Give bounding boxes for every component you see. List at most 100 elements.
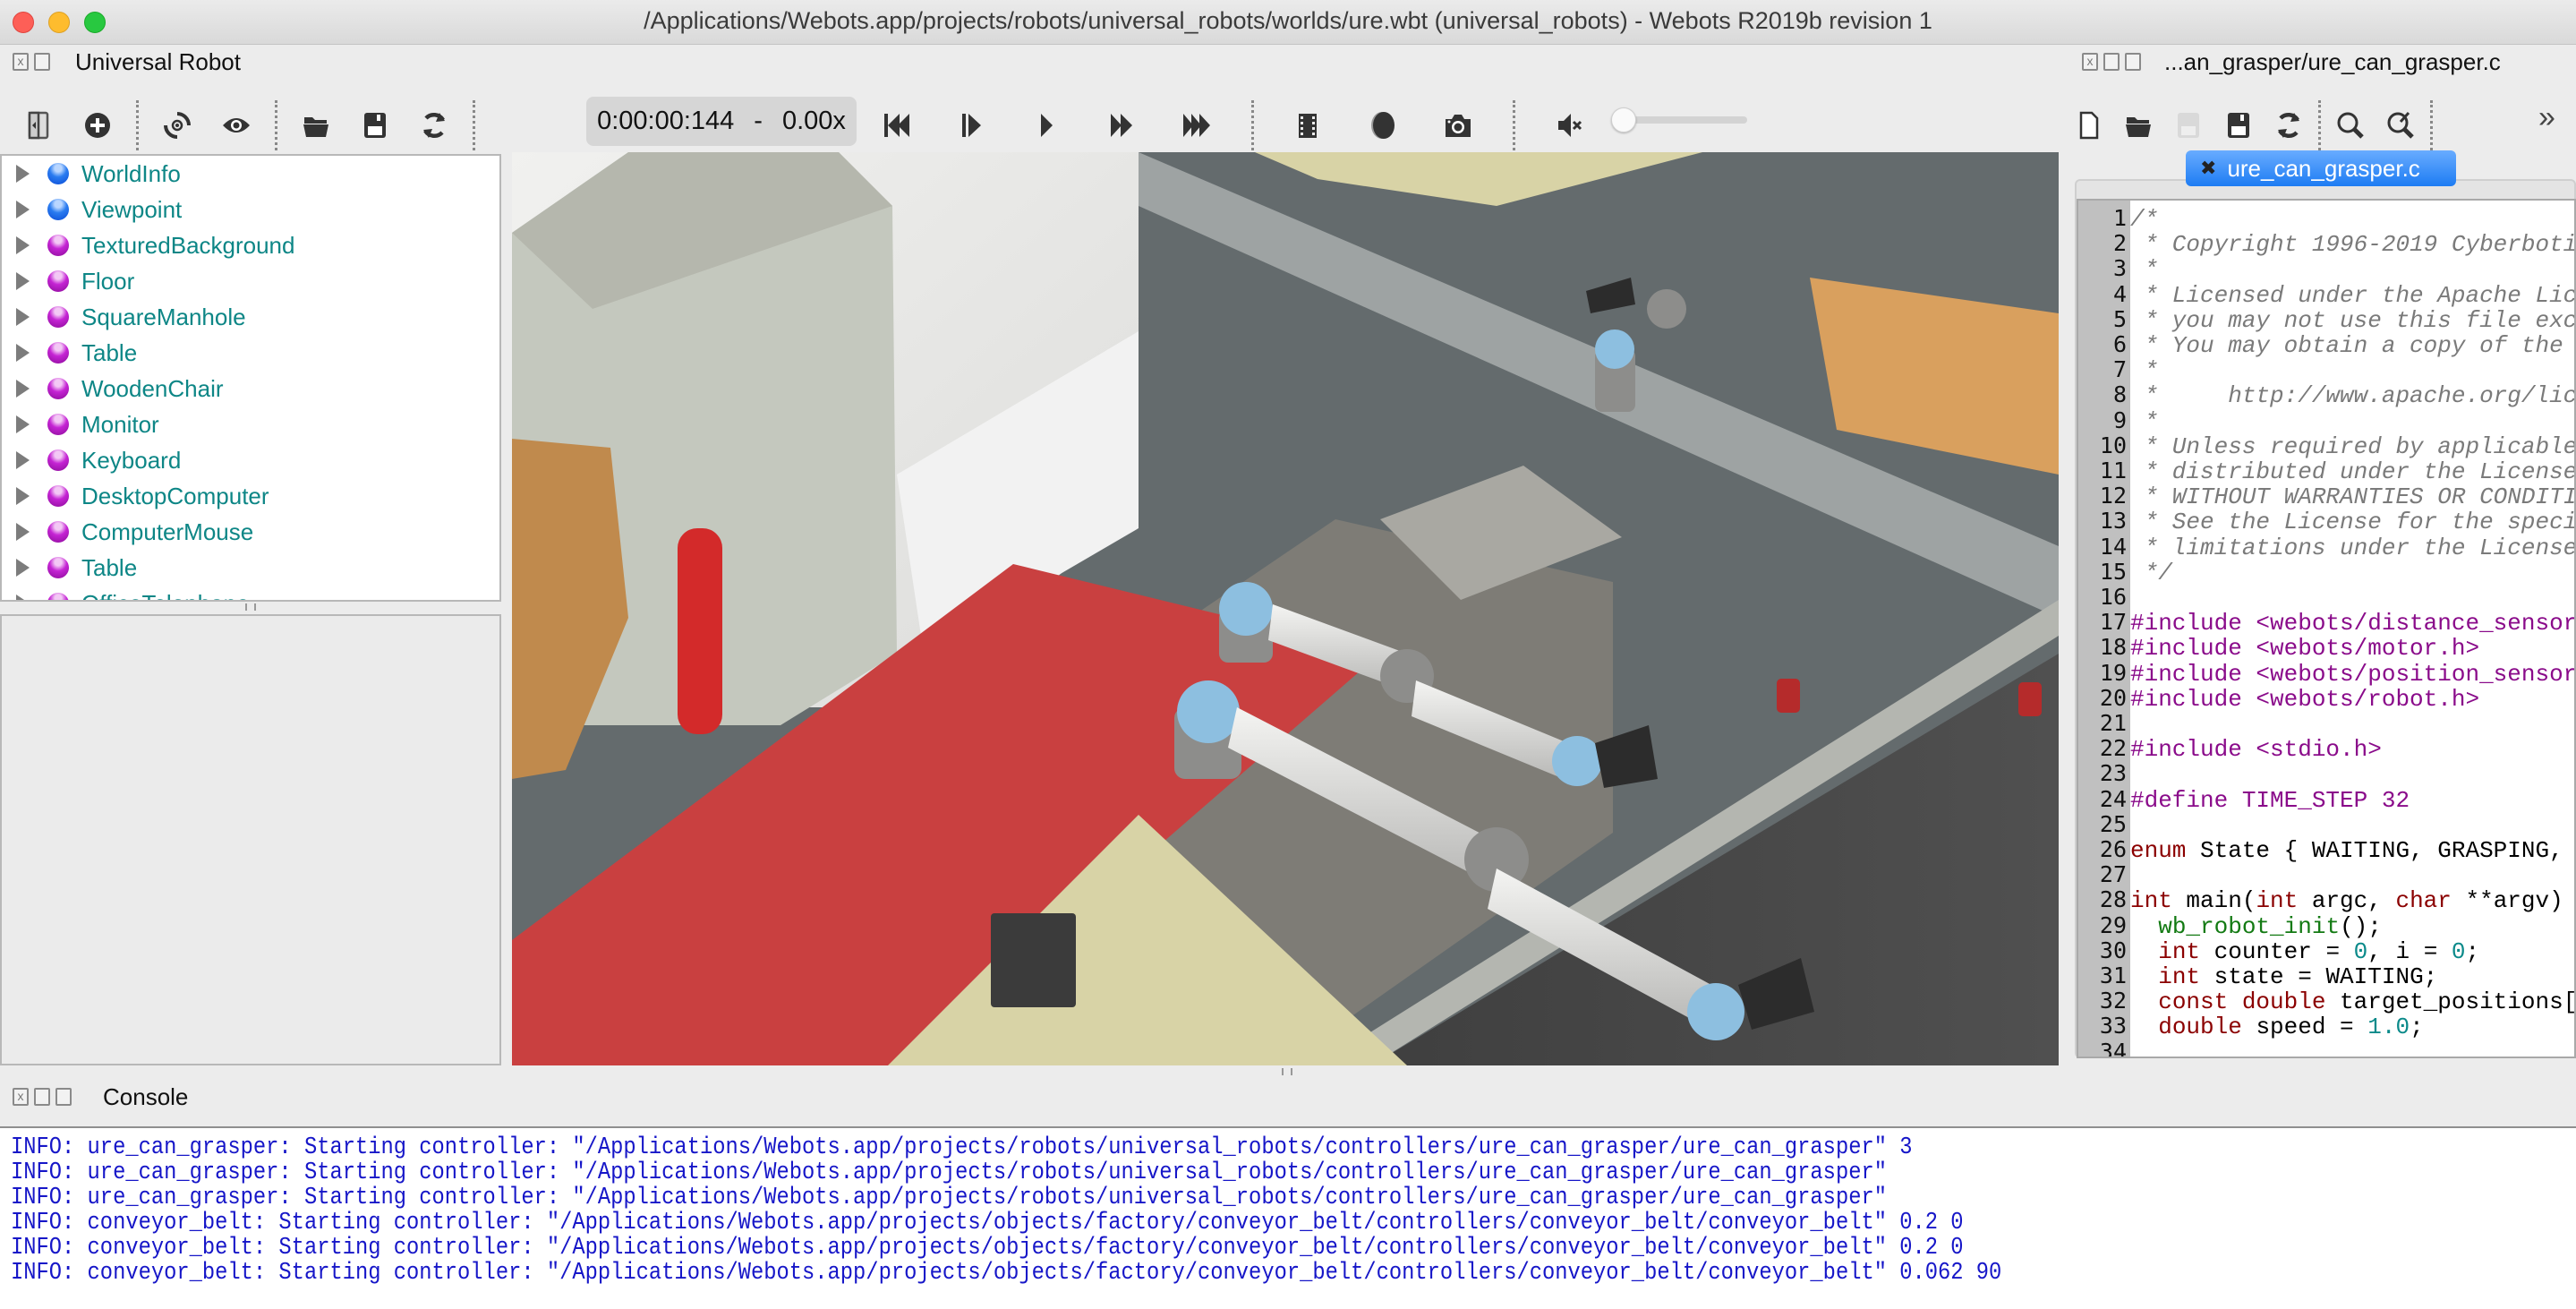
3d-scene-render[interactable] — [512, 152, 2059, 1065]
code-token: argc, — [2298, 887, 2396, 915]
toolbar-overflow-button[interactable]: » — [2538, 100, 2555, 135]
console-line: INFO: ure_can_grasper: Starting controll… — [11, 1185, 1887, 1211]
scene-tree-item[interactable]: OfficeTelephone — [2, 586, 499, 601]
console-output[interactable]: INFO: ure_can_grasper: Starting controll… — [0, 1126, 2576, 1309]
expand-arrow-icon[interactable] — [16, 308, 30, 326]
line-number: 34 — [2099, 1038, 2127, 1058]
scene-tree[interactable]: WorldInfo Viewpoint TexturedBackground Floo… — [0, 154, 501, 602]
open-world-icon[interactable] — [295, 105, 337, 146]
expand-arrow-icon[interactable] — [16, 523, 30, 541]
find-replace-icon[interactable] — [2380, 105, 2421, 146]
screenshot-camera-icon[interactable] — [1437, 105, 1479, 146]
volume-slider-track[interactable] — [1622, 116, 1747, 124]
code-token: int — [2158, 963, 2201, 990]
mute-sound-icon[interactable] — [1549, 105, 1591, 146]
expand-arrow-icon[interactable] — [16, 201, 30, 218]
scene-tree-item-label: WoodenChair — [81, 374, 224, 402]
expand-arrow-icon[interactable] — [16, 380, 30, 398]
scene-tree-item-label: OfficeTelephone — [81, 590, 249, 601]
reset-simulation-icon[interactable] — [875, 105, 917, 146]
toolbar-separator — [275, 100, 277, 150]
save-as-icon[interactable] — [2218, 105, 2259, 146]
expand-arrow-icon[interactable] — [16, 236, 30, 254]
expand-arrow-icon[interactable] — [16, 487, 30, 505]
code-line: 34 — [2078, 1038, 2130, 1058]
fast-forward-icon[interactable] — [1176, 105, 1217, 146]
scene-tree-item[interactable]: ComputerMouse — [2, 514, 499, 550]
find-icon[interactable] — [2330, 105, 2371, 146]
line-number: 31 — [2099, 962, 2127, 988]
scene-tree-item[interactable]: TexturedBackground — [2, 227, 499, 263]
line-number: 10 — [2099, 432, 2127, 458]
add-node-icon[interactable] — [77, 105, 118, 146]
scene-tree-item[interactable]: Keyboard — [2, 442, 499, 478]
code-editor[interactable]: 1/*2 * Copyright 1996-2019 Cyberbotics L… — [2077, 199, 2576, 1058]
code-text: int counter = 0, i = 0; — [2127, 938, 2479, 965]
expand-arrow-icon[interactable] — [16, 165, 30, 183]
code-token: **argv) { — [2465, 887, 2563, 915]
new-file-icon[interactable] — [2068, 105, 2109, 146]
code-line: 9 * — [2078, 407, 2158, 434]
dock-close-button[interactable]: x — [13, 53, 29, 71]
code-text: wb_robot_init(); — [2127, 913, 2382, 940]
editor-dock-title: ...an_grasper/ure_can_grasper.c — [2164, 48, 2501, 75]
editor-dock-undock-button[interactable] — [2103, 53, 2120, 71]
save-world-icon[interactable] — [354, 105, 396, 146]
editor-dock-float-button[interactable] — [2125, 53, 2141, 71]
line-number: 25 — [2099, 810, 2127, 837]
volume-slider-knob[interactable] — [1611, 107, 1636, 133]
line-number: 5 — [2112, 305, 2127, 332]
console-undock-button[interactable] — [34, 1088, 50, 1106]
step-icon[interactable] — [951, 105, 992, 146]
code-line: 6 * You may obtain a copy of the License… — [2078, 332, 2574, 359]
expand-arrow-icon[interactable] — [16, 272, 30, 290]
movie-record-icon[interactable] — [1287, 105, 1328, 146]
line-number: 4 — [2112, 280, 2127, 307]
expand-arrow-icon[interactable] — [16, 451, 30, 469]
code-token: #define TIME_STEP 32 — [2130, 786, 2410, 814]
expand-arrow-icon[interactable] — [16, 595, 30, 600]
run-fast-icon[interactable] — [1101, 105, 1142, 146]
toggle-scene-tree-icon[interactable] — [18, 105, 59, 146]
scene-tree-item[interactable]: Monitor — [2, 406, 499, 442]
code-line: 30 int counter = 0, i = 0; — [2078, 937, 2479, 965]
scene-tree-splitter[interactable] — [0, 602, 501, 614]
node-purple-ball-icon — [47, 485, 69, 507]
scene-tree-item[interactable]: Table — [2, 335, 499, 371]
scene-tree-item[interactable]: Table — [2, 550, 499, 586]
3d-view[interactable] — [512, 152, 2059, 1065]
editor-dock-close-button[interactable]: x — [2082, 53, 2098, 71]
console-float-button[interactable] — [55, 1088, 72, 1106]
line-number: 16 — [2099, 584, 2127, 610]
scene-tree-item[interactable]: SquareManhole — [2, 299, 499, 335]
scene-tree-item[interactable]: DesktopComputer — [2, 478, 499, 514]
code-token: main( — [2171, 887, 2256, 915]
expand-arrow-icon[interactable] — [16, 559, 30, 577]
expand-arrow-icon[interactable] — [16, 415, 30, 433]
expand-arrow-icon[interactable] — [16, 344, 30, 362]
scene-tree-item[interactable]: WoodenChair — [2, 371, 499, 406]
dock-float-button[interactable] — [34, 53, 50, 71]
code-token: * Unless required by applicable law or a… — [2144, 432, 2576, 460]
run-realtime-icon[interactable] — [1026, 105, 1067, 146]
animation-record-icon[interactable] — [1362, 105, 1403, 146]
fire-extinguisher — [678, 528, 722, 734]
code-line: 3 * — [2078, 256, 2158, 283]
scene-tree-item[interactable]: Floor — [2, 263, 499, 299]
scene-tree-item[interactable]: Viewpoint — [2, 192, 499, 227]
tab-close-icon[interactable]: ✖ — [2200, 157, 2216, 180]
scene-tree-item[interactable]: WorldInfo — [2, 156, 499, 192]
revert-viewpoint-icon[interactable] — [157, 105, 198, 146]
simulation-time: 0:00:00:144 — [597, 107, 735, 135]
view-options-eye-icon[interactable] — [216, 105, 257, 146]
revert-file-icon[interactable] — [2268, 105, 2309, 146]
editor-tab-ure-can-grasper[interactable]: ✖ ure_can_grasper.c — [2186, 150, 2456, 186]
volume-slider[interactable] — [1611, 107, 1754, 134]
toolbar-separator — [2430, 100, 2433, 150]
open-file-icon[interactable] — [2118, 105, 2159, 146]
scene-tree-item-label: Keyboard — [81, 446, 182, 474]
code-token: int — [2130, 887, 2172, 915]
reload-world-icon[interactable] — [414, 105, 455, 146]
console-close-button[interactable]: x — [13, 1088, 29, 1106]
